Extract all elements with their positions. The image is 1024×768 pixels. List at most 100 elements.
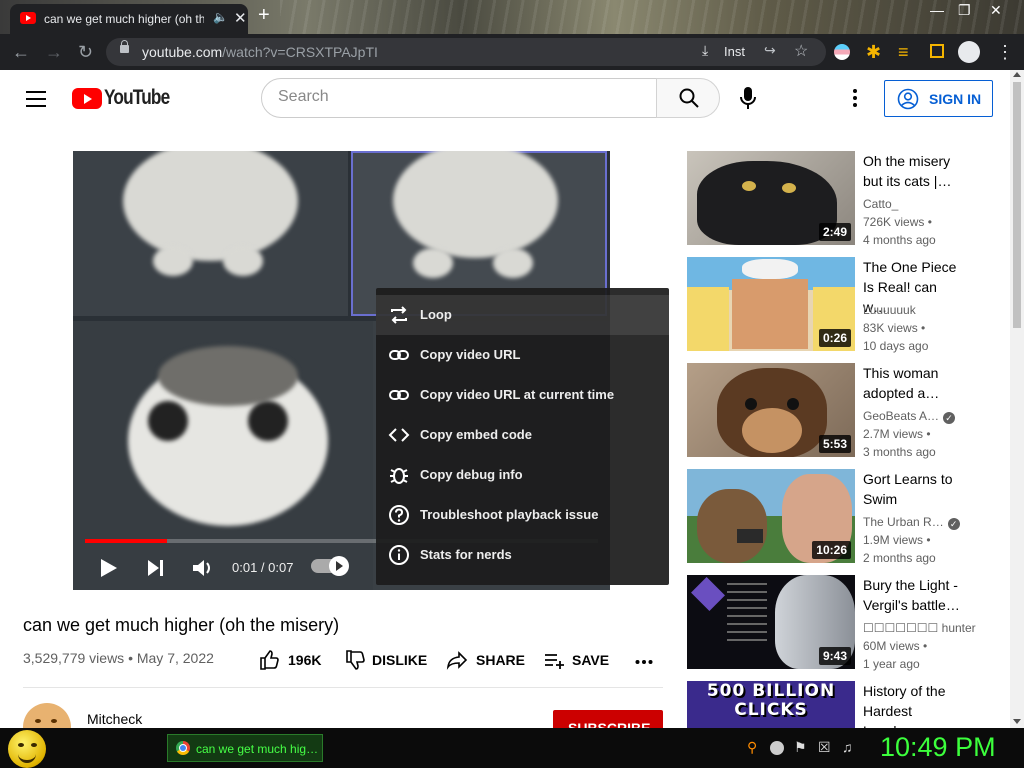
related-video-channel[interactable]: ☐☐☐☐☐☐☐ hunter: [863, 621, 976, 635]
volume-icon[interactable]: [190, 555, 216, 581]
extensions-puzzle-icon[interactable]: ✱: [866, 42, 881, 62]
related-video-channel[interactable]: GeoBeats A… ✓: [863, 409, 956, 424]
video-thumbnail[interactable]: 10:26: [687, 469, 855, 563]
play-icon[interactable]: [98, 555, 120, 581]
scrollbar-thumb[interactable]: [1013, 82, 1021, 328]
related-video[interactable]: 10:26 Gort Learns to Swim The Urban R… ✓ …: [687, 469, 1007, 565]
video-thumbnail[interactable]: 9:43: [687, 575, 855, 669]
settings-kebab-icon[interactable]: [852, 88, 858, 108]
install-icon[interactable]: ⤓: [702, 42, 708, 59]
extension-flag-icon[interactable]: [834, 44, 850, 60]
hamburger-menu-icon[interactable]: [26, 91, 46, 107]
save-button[interactable]: SAVE: [543, 652, 611, 672]
flag-tray-icon[interactable]: ⚑: [794, 739, 807, 756]
browser-menu-icon[interactable]: ⋮: [996, 42, 1014, 62]
info-icon: [389, 545, 409, 565]
help-icon: [389, 505, 409, 525]
start-button[interactable]: [8, 730, 46, 768]
related-video-views: 83K views •: [863, 321, 926, 335]
browser-tab[interactable]: can we get much higher (oh the misery) 🔈…: [10, 4, 248, 34]
related-video-title[interactable]: This woman adopted a…: [863, 363, 963, 403]
context-menu-item-loop[interactable]: Loop: [376, 295, 669, 335]
video-thumbnail[interactable]: 2:49: [687, 151, 855, 245]
volume-tray-icon[interactable]: ♫: [842, 739, 853, 755]
autoplay-toggle[interactable]: [311, 556, 349, 576]
scroll-down-arrow-icon[interactable]: [1013, 719, 1021, 724]
scroll-up-arrow-icon[interactable]: [1013, 72, 1021, 77]
forward-icon[interactable]: →: [45, 42, 63, 62]
like-button[interactable]: 196K: [258, 650, 326, 672]
related-video-channel[interactable]: Catto_: [863, 197, 898, 211]
page-scrollbar[interactable]: [1010, 70, 1024, 728]
lock-icon[interactable]: [120, 40, 129, 53]
related-video[interactable]: 9:43 Bury the Light - Vergil's battle… ☐…: [687, 575, 1007, 671]
install-label[interactable]: Inst: [724, 44, 745, 59]
minimize-icon[interactable]: —: [930, 2, 944, 18]
context-menu-item-debug[interactable]: Copy debug info: [376, 455, 669, 495]
next-video-icon[interactable]: [145, 555, 167, 581]
close-window-icon[interactable]: ✕: [990, 2, 1002, 19]
related-video[interactable]: 5:53 This woman adopted a… GeoBeats A… ✓ …: [687, 363, 1007, 459]
search-input[interactable]: [278, 88, 638, 106]
profile-avatar-icon[interactable]: [958, 41, 980, 63]
share-icon: [446, 651, 468, 670]
tray-status-icon[interactable]: [770, 741, 784, 755]
reload-icon[interactable]: ↻: [78, 42, 93, 62]
related-video-title[interactable]: History of the Hardest Level…: [863, 681, 963, 728]
youtube-logo-icon[interactable]: [72, 88, 102, 109]
share-button[interactable]: SHARE: [446, 651, 525, 672]
channel-name[interactable]: Mitcheck: [87, 711, 142, 727]
screen: can we get much higher (oh the misery) 🔈…: [0, 0, 1024, 768]
address-bar[interactable]: youtube.com/watch?v=CRSXTPAJpTI ⤓ Inst ↪…: [106, 38, 826, 66]
search-tray-icon[interactable]: ⚲: [747, 739, 757, 756]
related-video[interactable]: 0:26 The One Piece Is Real! can w… Luuuu…: [687, 257, 1007, 353]
tab-title: can we get much higher (oh the misery): [44, 12, 204, 26]
bookmark-star-icon[interactable]: ☆: [794, 41, 808, 61]
video-thumbnail[interactable]: 500 BILLION CLICKS: [687, 681, 855, 728]
context-menu-item-stats[interactable]: Stats for nerds: [376, 535, 669, 575]
context-menu-item-copy-url-time[interactable]: Copy video URL at current time: [376, 375, 669, 415]
back-icon[interactable]: ←: [12, 42, 30, 62]
dislike-button[interactable]: DISLIKE: [344, 650, 428, 672]
code-icon: [388, 428, 410, 442]
close-tab-icon[interactable]: ✕: [234, 9, 247, 27]
context-menu-item-troubleshoot[interactable]: Troubleshoot playback issue: [376, 495, 669, 535]
video-title: can we get much higher (oh the misery): [23, 615, 340, 635]
restore-icon[interactable]: ❐: [958, 2, 971, 19]
context-menu-label: Copy debug info: [420, 467, 523, 482]
related-video-title[interactable]: Bury the Light - Vergil's battle…: [863, 575, 963, 615]
network-tray-icon[interactable]: ☒: [818, 739, 831, 756]
context-menu-item-copy-url[interactable]: Copy video URL: [376, 335, 669, 375]
search-box[interactable]: [261, 78, 657, 118]
save-label: SAVE: [572, 652, 610, 668]
video-duration: 5:53: [818, 435, 851, 453]
url-text[interactable]: youtube.com/watch?v=CRSXTPAJpTI: [142, 44, 378, 60]
taskbar-clock[interactable]: 10:49 PM: [880, 732, 996, 763]
share-page-icon[interactable]: ↪: [764, 42, 776, 59]
youtube-favicon-icon: [20, 12, 36, 24]
related-video[interactable]: 2:49 Oh the misery but its cats |… Catto…: [687, 151, 1007, 247]
related-video-title[interactable]: Oh the misery but its cats |…: [863, 151, 963, 191]
related-video-views: 1.9M views •: [863, 533, 931, 547]
related-video-channel[interactable]: The Urban R… ✓: [863, 515, 960, 530]
side-panel-icon[interactable]: [930, 44, 944, 58]
related-video-title[interactable]: Gort Learns to Swim: [863, 469, 963, 509]
youtube-logo-text[interactable]: YouTube: [104, 86, 170, 110]
related-video-channel[interactable]: Luuuuuuk: [863, 303, 916, 317]
speaker-icon[interactable]: 🔈: [213, 10, 228, 24]
video-thumbnail[interactable]: 5:53: [687, 363, 855, 457]
more-actions-icon[interactable]: [635, 659, 653, 665]
verified-badge-icon: ✓: [943, 412, 956, 424]
microphone-icon[interactable]: [738, 86, 758, 110]
related-video[interactable]: 500 BILLION CLICKS History of the Hardes…: [687, 681, 1007, 728]
sign-in-button[interactable]: SIGN IN: [884, 80, 993, 117]
browser-toolbar: ← → ↻ youtube.com/watch?v=CRSXTPAJpTI ⤓ …: [0, 34, 1024, 70]
player-context-menu: Loop Copy video URL Copy video URL at cu…: [376, 288, 669, 585]
taskbar-window-button[interactable]: can we get much hig…: [167, 734, 323, 762]
search-button[interactable]: [656, 78, 720, 118]
media-queue-icon[interactable]: ≡: [898, 42, 909, 62]
video-thumbnail[interactable]: 0:26: [687, 257, 855, 351]
context-menu-item-embed[interactable]: Copy embed code: [376, 415, 669, 455]
new-tab-button[interactable]: +: [258, 4, 270, 27]
related-video-views: 2.7M views •: [863, 427, 931, 441]
